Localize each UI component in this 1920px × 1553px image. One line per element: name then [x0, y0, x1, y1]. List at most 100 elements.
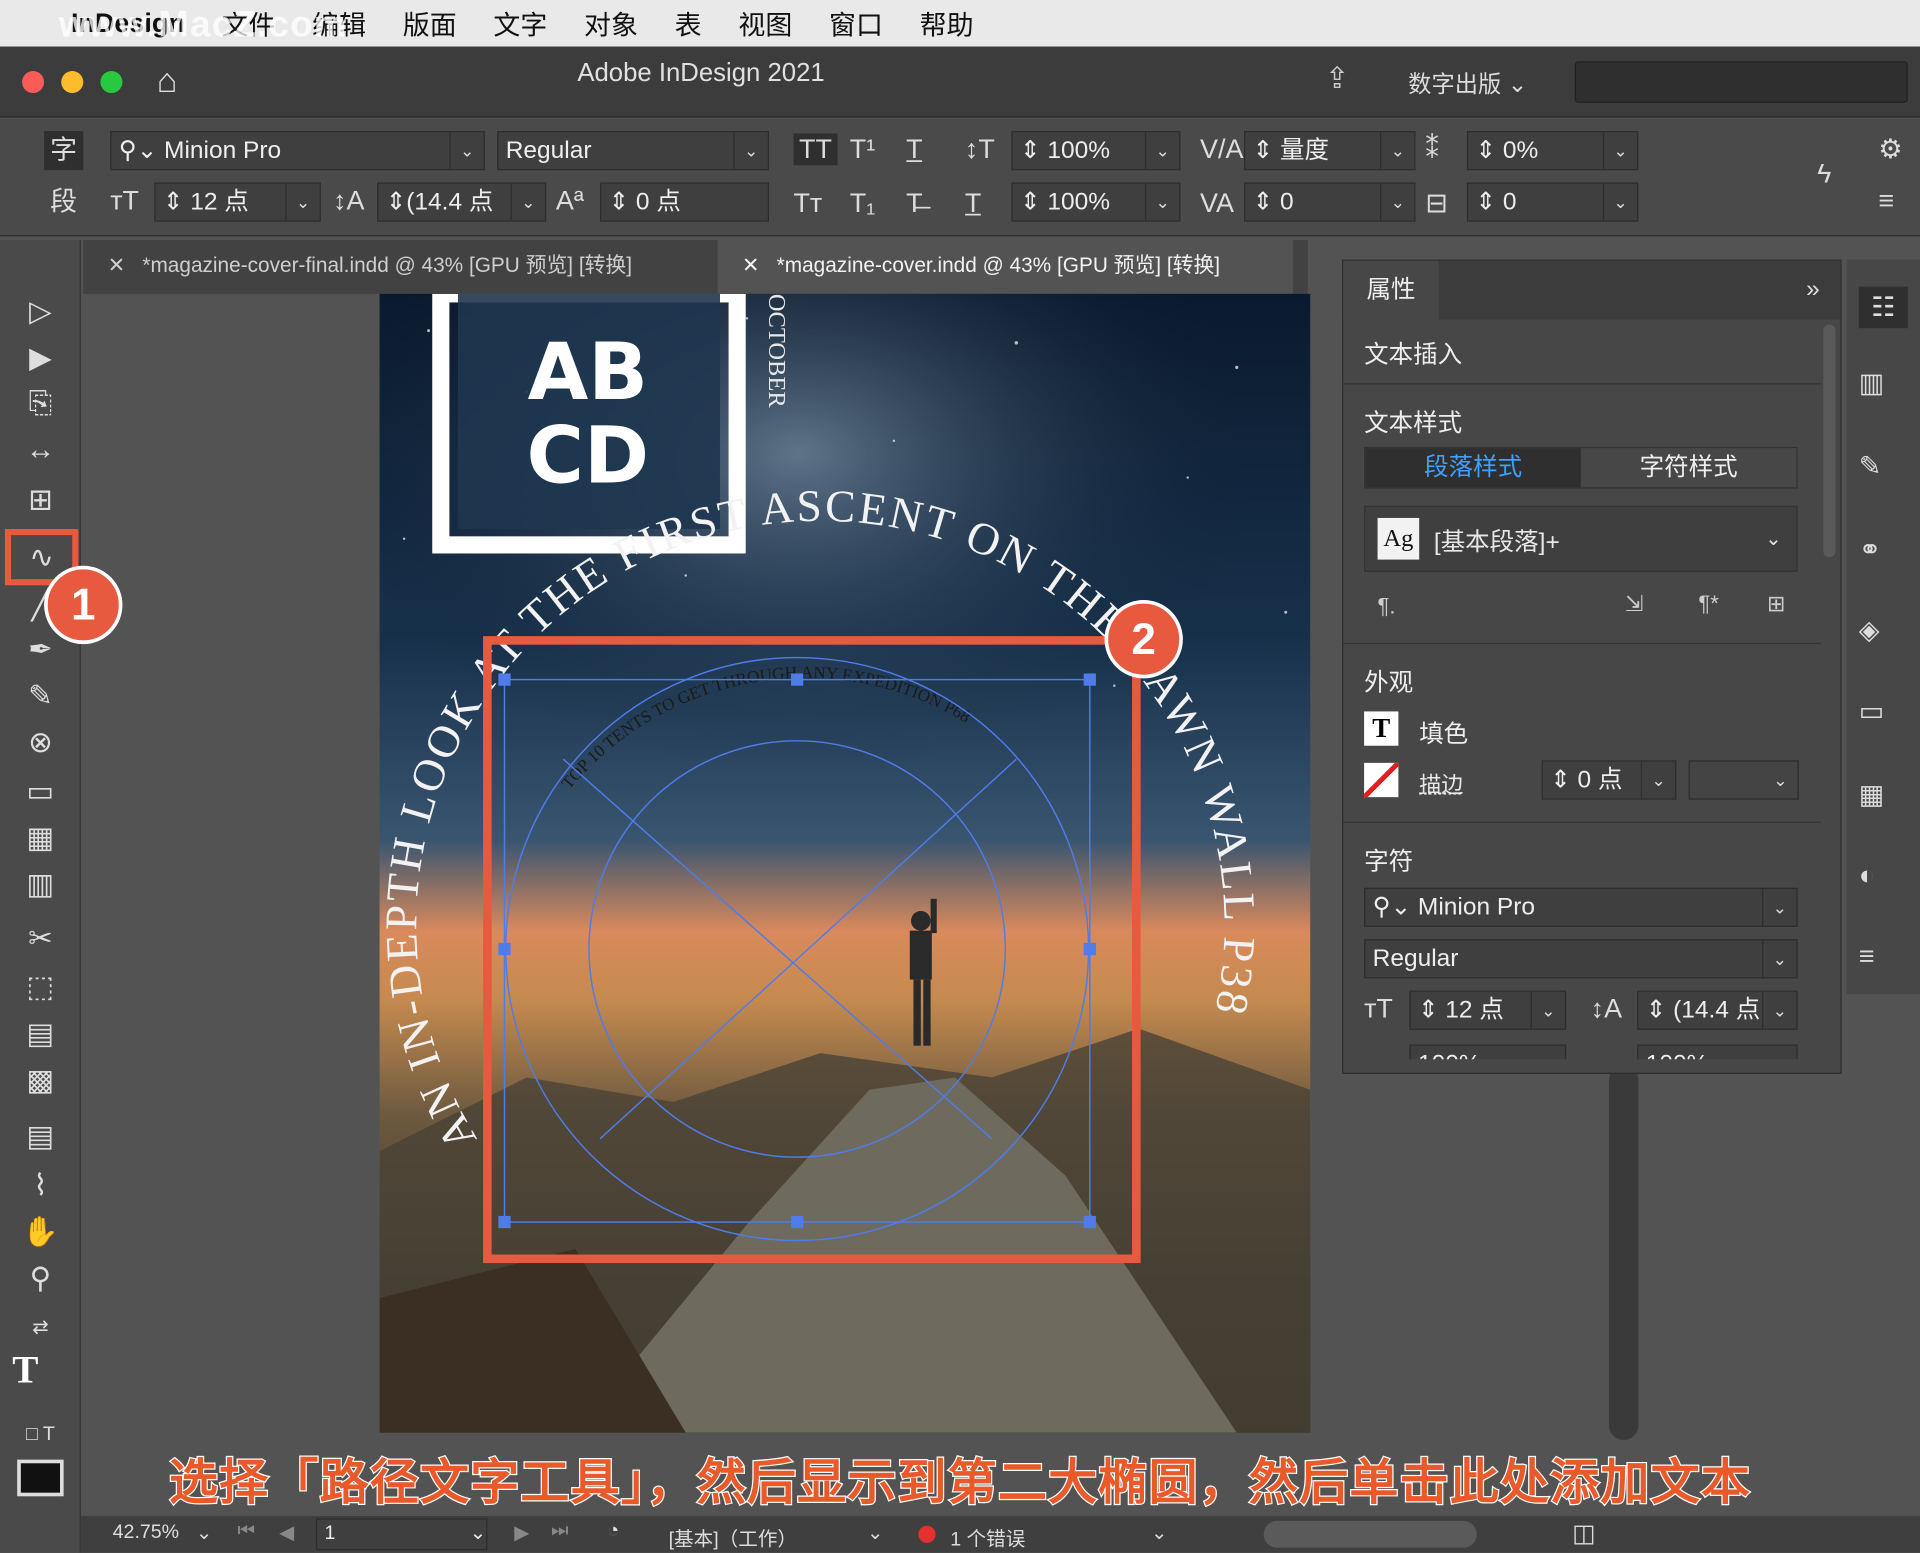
menu-window[interactable]: 窗口: [829, 4, 883, 43]
close-icon[interactable]: ✕: [742, 253, 759, 276]
first-page-icon[interactable]: ⏮: [238, 1521, 256, 1543]
panel-leading-field[interactable]: ⇕ (14.4 点 ⌄: [1637, 990, 1798, 1030]
stepper-icon[interactable]: ⇕: [609, 189, 636, 216]
load-style-icon[interactable]: ⇲: [1625, 591, 1643, 617]
menu-view[interactable]: 视图: [738, 4, 792, 43]
preflight-profile[interactable]: [基本]（工作）: [669, 1522, 797, 1551]
menu-table[interactable]: 表: [675, 4, 702, 43]
gradient-feather-tool-icon[interactable]: ▩: [12, 1058, 68, 1102]
chevron-down-icon[interactable]: ⌄: [1380, 183, 1414, 221]
font-family-select[interactable]: ⚲⌄ Minion Pro ⌄: [110, 131, 485, 171]
gear-icon[interactable]: ⚙: [1878, 133, 1902, 165]
stroke-type-select[interactable]: ⌄: [1688, 760, 1799, 800]
chevron-down-icon[interactable]: ⌄: [1144, 183, 1179, 221]
new-style-icon[interactable]: ⊞: [1767, 591, 1785, 617]
para-styles-button[interactable]: 段落样式: [1365, 448, 1581, 488]
font-size-field[interactable]: ⇕ 12 点 ⌄: [154, 182, 321, 222]
chevron-down-icon[interactable]: ⌄: [1530, 991, 1565, 1029]
tab-properties[interactable]: 属性: [1343, 260, 1439, 320]
quick-apply-icon[interactable]: ϟ: [1817, 158, 1831, 190]
stroke-label[interactable]: 描边: [1419, 768, 1463, 800]
swap-fill-stroke-icon[interactable]: ⇄: [12, 1305, 68, 1349]
horizontal-scrollbar[interactable]: [1263, 1520, 1477, 1548]
cc-libraries-icon[interactable]: ✎: [1859, 451, 1882, 483]
grid-spacing-field[interactable]: ⇕ 0 ⌄: [1466, 182, 1639, 222]
collapse-panel-icon[interactable]: »: [1806, 276, 1820, 304]
content-collector-icon[interactable]: ⊞: [12, 478, 68, 522]
baseline-shift-field[interactable]: ⇕ 0 点: [600, 182, 769, 222]
page-number-field[interactable]: 1 ⌄: [315, 1518, 488, 1551]
search-stock-input[interactable]: [1574, 61, 1908, 103]
fill-stroke-text-icon[interactable]: T: [12, 1347, 68, 1403]
table-tool-icon[interactable]: ▦: [12, 816, 68, 860]
panel-vscale-field[interactable]: 100%: [1409, 1044, 1567, 1060]
panel-menu-icon[interactable]: ≡: [1878, 185, 1894, 217]
gradient-swatch-tool-icon[interactable]: ▤: [12, 1011, 68, 1055]
paragraph-mode-button[interactable]: 段: [44, 182, 83, 221]
leading-field[interactable]: ⇕(14.4 点 ⌄: [377, 182, 547, 222]
stepper-icon[interactable]: ⇕: [1476, 189, 1503, 216]
menu-object[interactable]: 对象: [584, 4, 638, 43]
selection-tool-icon[interactable]: ▷: [12, 289, 68, 333]
chevron-down-icon[interactable]: ⌄: [510, 183, 545, 221]
preflight-profile-icon[interactable]: ◔: [607, 1521, 619, 1543]
rectangle-frame-tool-icon[interactable]: ⊗: [12, 720, 68, 764]
font-style-select[interactable]: Regular ⌄: [497, 131, 769, 171]
chevron-down-icon[interactable]: ⌄: [1380, 132, 1414, 169]
pages-panel-icon[interactable]: ▥: [1859, 367, 1884, 399]
stepper-icon[interactable]: ⇕: [1253, 189, 1280, 216]
page-tool-icon[interactable]: ⎘: [12, 382, 68, 426]
clear-overrides-icon[interactable]: ¶*: [1698, 591, 1718, 617]
color-panel-icon[interactable]: ◐: [1859, 860, 1875, 892]
stepper-icon[interactable]: ⇕: [1418, 997, 1445, 1024]
last-page-icon[interactable]: ⏭: [551, 1521, 569, 1543]
panel-font-family-select[interactable]: ⚲⌄ Minion Pro ⌄: [1364, 887, 1798, 927]
stroke-panel-icon[interactable]: ▭: [1859, 696, 1884, 728]
split-view-icon[interactable]: ◫: [1572, 1518, 1595, 1549]
pilcrow-icon[interactable]: ¶.: [1378, 594, 1396, 620]
eyedropper-tool-icon[interactable]: ⌇: [12, 1163, 68, 1207]
stepper-icon[interactable]: ⇕: [1476, 137, 1503, 164]
links-panel-icon[interactable]: ⚭: [1859, 534, 1882, 566]
tracking-field[interactable]: ⇕ 0 ⌄: [1244, 182, 1416, 222]
rectangle-tool-icon[interactable]: ▭: [12, 769, 68, 813]
horizontal-scale-field[interactable]: ⇕ 100% ⌄: [1011, 182, 1181, 222]
chevron-down-icon[interactable]: ⌄: [285, 183, 319, 221]
share-icon[interactable]: ⇪: [1325, 61, 1350, 97]
strikethrough-button[interactable]: T̶: [906, 187, 922, 219]
tab-magazine-cover-final[interactable]: ✕ *magazine-cover-final.indd @ 43% [GPU 预…: [83, 240, 730, 294]
fill-swatch-icon[interactable]: T: [1364, 711, 1399, 746]
tsume-field[interactable]: ⇕ 0% ⌄: [1466, 131, 1639, 171]
panel-scrollbar[interactable]: [1823, 324, 1836, 558]
vertical-scale-field[interactable]: ⇕ 100% ⌄: [1011, 131, 1181, 171]
paragraph-panel-icon[interactable]: ≡: [1859, 940, 1875, 972]
chevron-down-icon[interactable]: ⌄: [1602, 183, 1637, 221]
hand-tool-icon[interactable]: ✋: [12, 1210, 68, 1254]
close-icon[interactable]: ✕: [108, 253, 125, 276]
chevron-down-icon[interactable]: ⌄: [1144, 132, 1179, 169]
chevron-down-icon[interactable]: ⌄: [1763, 762, 1797, 799]
chevron-down-icon[interactable]: ⌄: [470, 1520, 486, 1549]
tab-magazine-cover[interactable]: ✕ *magazine-cover.indd @ 43% [GPU 预览] [转换…: [717, 240, 1294, 294]
chevron-down-icon[interactable]: ⌄: [1151, 1521, 1167, 1545]
chevron-down-icon[interactable]: ⌄: [449, 132, 483, 169]
gap-tool-icon[interactable]: ↔: [12, 429, 68, 473]
panel-font-size-field[interactable]: ⇕ 12 点 ⌄: [1409, 990, 1567, 1030]
direct-selection-tool-icon[interactable]: ▶: [12, 336, 68, 380]
chevron-down-icon[interactable]: ⌄: [1762, 940, 1796, 978]
stepper-icon[interactable]: ⇕: [1253, 137, 1280, 164]
chevron-down-icon[interactable]: ⌄: [1762, 991, 1796, 1029]
error-count[interactable]: 1 个错误: [950, 1522, 1025, 1551]
underline-button[interactable]: T̲: [906, 133, 922, 165]
menu-type[interactable]: 文字: [493, 4, 547, 43]
pencil-tool-icon[interactable]: ✎: [12, 673, 68, 717]
next-page-icon[interactable]: ▶: [514, 1521, 529, 1545]
menu-help[interactable]: 帮助: [920, 4, 974, 43]
paragraph-style-select[interactable]: Ag [基本段落]+ ⌄: [1364, 505, 1798, 572]
stroke-swatch-icon[interactable]: [1364, 762, 1399, 798]
free-transform-tool-icon[interactable]: ⬚: [12, 965, 68, 1009]
document-page[interactable]: AB CD OCTOBER AN IN-DEPTH LOOK AT THE FI…: [379, 293, 1311, 1433]
menu-layout[interactable]: 版面: [403, 4, 457, 43]
chevron-down-icon[interactable]: ⌄: [733, 132, 767, 169]
chevron-down-icon[interactable]: ⌄: [1640, 761, 1675, 799]
